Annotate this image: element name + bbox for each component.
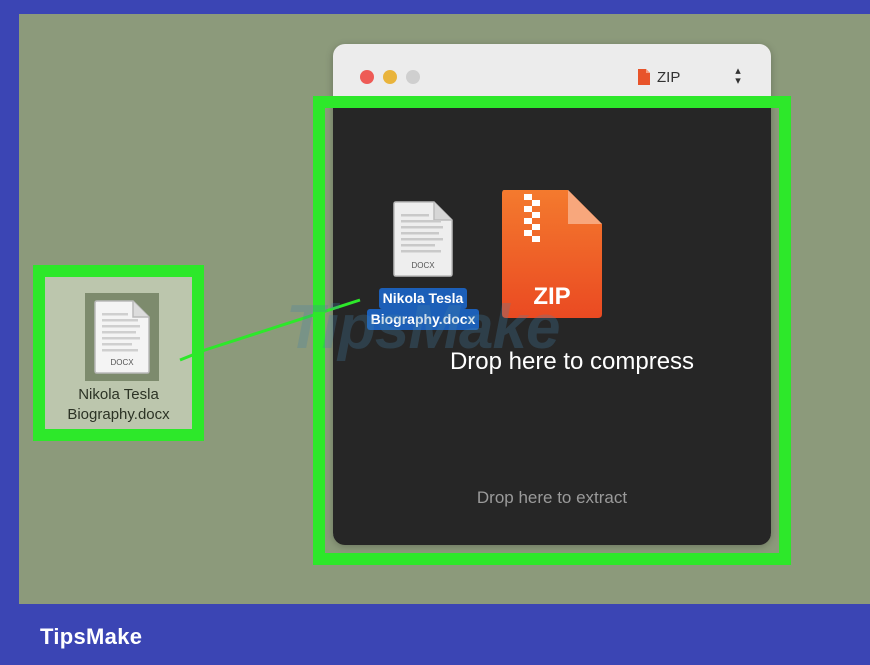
close-button[interactable] bbox=[360, 70, 374, 84]
svg-text:DOCX: DOCX bbox=[411, 261, 435, 270]
compress-drop-label: Drop here to compress bbox=[449, 348, 695, 375]
window-title-bar[interactable]: ZIP ▴ ▾ bbox=[333, 44, 771, 100]
format-select-value: ZIP bbox=[657, 68, 681, 86]
desktop-file-name[interactable]: Nikola Tesla Biography.docx bbox=[45, 385, 192, 425]
desktop-file-highlight: DOCX Nikola Tesla Biography.docx bbox=[33, 265, 204, 441]
chevron-up-down-icon[interactable]: ▴ ▾ bbox=[731, 66, 745, 88]
svg-text:ZIP: ZIP bbox=[533, 283, 570, 310]
zoom-button[interactable] bbox=[406, 70, 420, 84]
brand-footer: TipsMake bbox=[0, 604, 870, 665]
brand-logo-text: TipsMake bbox=[40, 624, 143, 649]
dragged-docx-file-icon[interactable]: DOCX bbox=[392, 200, 454, 278]
dragged-file-name: Nikola Tesla Biography.docx bbox=[356, 288, 490, 330]
extract-drop-label: Drop here to extract bbox=[476, 488, 628, 507]
svg-text:DOCX: DOCX bbox=[110, 358, 134, 367]
zip-archive-icon: ZIP bbox=[502, 190, 602, 318]
minimize-button[interactable] bbox=[383, 70, 397, 84]
zip-file-icon bbox=[638, 69, 650, 85]
document-icon: DOCX bbox=[94, 300, 150, 374]
docx-file-icon[interactable]: DOCX bbox=[85, 293, 159, 381]
format-select[interactable]: ZIP bbox=[637, 65, 680, 89]
